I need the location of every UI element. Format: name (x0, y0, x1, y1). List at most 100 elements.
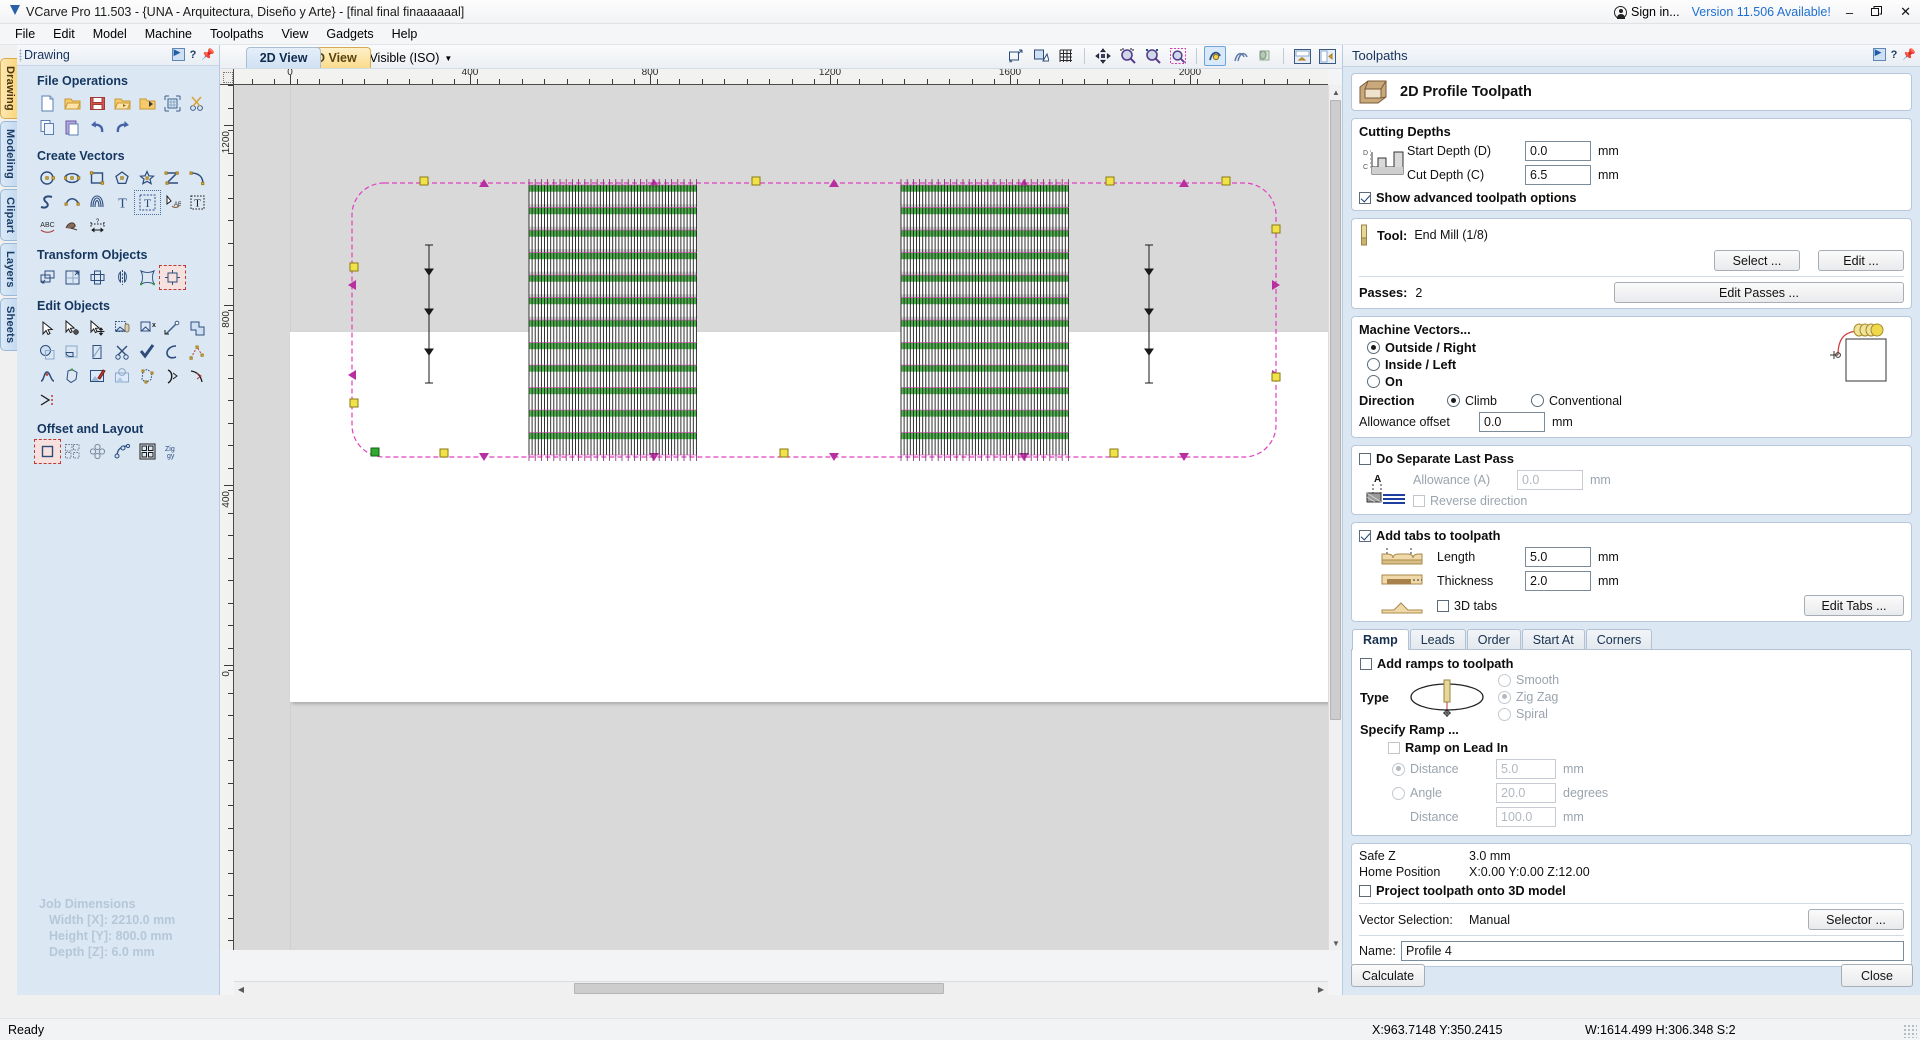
trace-bitmap-icon[interactable] (60, 215, 85, 238)
project-toolpath-row[interactable]: Project toolpath onto 3D model (1359, 883, 1904, 898)
menu-help[interactable]: Help (383, 25, 427, 43)
3d-tabs-row[interactable]: 3D tabs (1437, 599, 1497, 613)
separate-last-pass-row[interactable]: Do Separate Last Pass (1359, 451, 1904, 466)
redo-icon[interactable] (110, 116, 135, 139)
tab-length-input[interactable] (1525, 547, 1591, 567)
tab-thickness-input[interactable] (1525, 571, 1591, 591)
add-ramps-row[interactable]: Add ramps to toolpath (1360, 656, 1903, 671)
rectangle-icon[interactable] (85, 167, 110, 190)
job-setup-icon[interactable] (160, 92, 185, 115)
ramp-angle-row[interactable]: Angle degrees (1392, 783, 1903, 803)
tab-2d-view[interactable]: 2D View (245, 47, 322, 68)
ramp-smooth-option[interactable]: Smooth (1498, 673, 1559, 687)
drag-handle-dots[interactable] (19, 49, 22, 62)
left-tab-modeling[interactable]: Modeling (0, 120, 17, 187)
horizontal-ruler[interactable]: 0 400 800 1200 1600 2000 (234, 69, 1328, 85)
pin-icon[interactable]: 📌 (201, 48, 215, 61)
add-tabs-row[interactable]: Add tabs to toolpath (1359, 528, 1904, 543)
import-folder-icon[interactable] (135, 92, 160, 115)
menu-machine[interactable]: Machine (136, 25, 201, 43)
reverse-direction-row[interactable]: Reverse direction (1413, 494, 1904, 508)
split-view-vertical-icon[interactable] (1316, 46, 1338, 66)
text-selected-icon[interactable]: T (134, 190, 161, 215)
ramp-distance-radio[interactable] (1392, 762, 1405, 776)
ramp-angle-input[interactable] (1496, 783, 1556, 803)
distort-icon[interactable] (135, 266, 160, 289)
help-icon[interactable]: ? (1891, 49, 1898, 61)
minimize-button[interactable]: – (1843, 5, 1856, 20)
tool-edit-button[interactable]: Edit ... (1818, 250, 1904, 271)
version-available-link[interactable]: Version 11.506 Available! (1692, 5, 1831, 19)
menu-file[interactable]: File (6, 25, 44, 43)
reverse-direction-checkbox[interactable] (1413, 495, 1425, 507)
zoom-window-icon[interactable] (1142, 46, 1164, 66)
fit-line-icon[interactable] (35, 389, 60, 412)
help-icon[interactable]: ? (190, 49, 197, 61)
zoom-selection-icon[interactable] (1030, 46, 1052, 66)
cut-scissors-icon[interactable] (185, 92, 210, 115)
add-ramps-checkbox[interactable] (1360, 657, 1372, 670)
ramp-zigzag-option[interactable]: Zig Zag (1498, 690, 1559, 704)
close-button[interactable]: ✕ (1897, 4, 1914, 20)
add-tabs-checkbox[interactable] (1359, 529, 1371, 542)
curve-icon[interactable] (35, 191, 60, 214)
canvas-horizontal-scrollbar[interactable]: ◀ ▶ (234, 981, 1328, 995)
calculate-button[interactable]: Calculate (1351, 964, 1426, 987)
select-arrow-icon[interactable] (35, 317, 60, 340)
menu-edit[interactable]: Edit (44, 25, 84, 43)
ramp-distance2-input[interactable] (1496, 807, 1556, 827)
paste-icon[interactable] (60, 116, 85, 139)
tab-corners[interactable]: Corners (1585, 629, 1653, 650)
node-points-icon[interactable] (185, 341, 210, 364)
ruler-origin-marker[interactable] (220, 69, 234, 85)
sign-in-button[interactable]: Sign in... (1613, 5, 1680, 19)
ramp-zigzag-radio[interactable] (1498, 690, 1511, 704)
move-nodes-icon[interactable] (85, 317, 110, 340)
zoom-scale-icon[interactable] (1005, 46, 1027, 66)
open-recent-icon[interactable] (110, 92, 135, 115)
machine-vector-inside-left-option[interactable]: Inside / Left (1367, 357, 1826, 372)
selector-button[interactable]: Selector ... (1808, 909, 1904, 930)
toggle-solid-icon[interactable] (1254, 46, 1276, 66)
left-tab-drawing[interactable]: Drawing (0, 58, 17, 119)
toggle-toolpaths-icon[interactable] (1229, 46, 1251, 66)
machine-vector-outside-right-option[interactable]: Outside / Right (1367, 340, 1826, 355)
new-file-icon[interactable] (35, 92, 60, 115)
tool-select-button[interactable]: Select ... (1714, 250, 1800, 271)
node-edit-icon[interactable] (60, 317, 85, 340)
copy-along-curve-icon[interactable] (110, 440, 135, 463)
nesting-icon[interactable] (135, 440, 160, 463)
fit-curve-icon[interactable] (160, 365, 185, 388)
align-selected-icon[interactable] (159, 265, 186, 290)
text-icon[interactable]: T (110, 191, 135, 214)
show-advanced-checkbox[interactable] (1359, 191, 1371, 204)
polyline-icon[interactable] (160, 167, 185, 190)
text-arc-icon[interactable]: ABC (35, 215, 60, 238)
direction-climb-option[interactable]: Climb (1447, 394, 1497, 408)
smooth-curve-icon[interactable] (35, 365, 60, 388)
ungroup-icon[interactable]: x (135, 317, 160, 340)
menu-gadgets[interactable]: Gadgets (317, 25, 382, 43)
inside-left-radio[interactable] (1367, 358, 1380, 371)
fit-arc-icon[interactable] (185, 365, 210, 388)
open-folder-icon[interactable] (60, 92, 85, 115)
offset-selected-icon[interactable] (34, 439, 61, 464)
zoom-extents-icon[interactable] (1117, 46, 1139, 66)
ramp-angle-radio[interactable] (1392, 786, 1405, 800)
circle-icon[interactable] (35, 167, 60, 190)
project-toolpath-checkbox[interactable] (1359, 884, 1371, 897)
array-copy-icon[interactable] (60, 440, 85, 463)
tab-start-at[interactable]: Start At (1521, 629, 1585, 650)
last-pass-allowance-input[interactable] (1517, 470, 1583, 490)
fillet-icon[interactable] (85, 341, 110, 364)
cut-vectors-icon[interactable] (110, 341, 135, 364)
star-icon[interactable] (135, 167, 160, 190)
mirror-icon[interactable] (110, 266, 135, 289)
draw-curve-icon[interactable] (60, 191, 85, 214)
vertical-ruler[interactable]: 1200 800 400 0 (220, 85, 234, 950)
weld-icon[interactable] (185, 317, 210, 340)
cut-depth-input[interactable] (1525, 165, 1591, 185)
toolpath-name-input[interactable] (1401, 941, 1904, 961)
ramp-smooth-radio[interactable] (1498, 673, 1511, 687)
spiral-icon[interactable] (85, 191, 110, 214)
